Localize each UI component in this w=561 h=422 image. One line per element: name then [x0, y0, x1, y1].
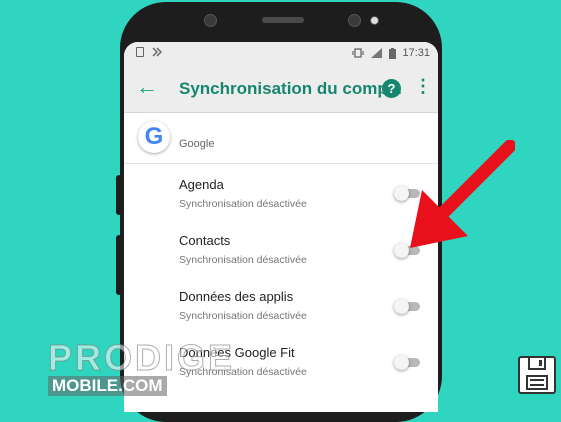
camera-dot-icon: [370, 16, 379, 25]
status-time: 17:31: [402, 47, 430, 59]
account-header: G Google: [124, 113, 438, 164]
sync-item-status: Synchronisation désactivée: [179, 198, 307, 210]
sync-item-title: Données des applis: [179, 289, 294, 304]
vibrate-icon: [352, 48, 365, 58]
sync-item-contacts[interactable]: Contacts Synchronisation désactivée: [124, 233, 438, 289]
help-button[interactable]: ?: [382, 79, 401, 98]
sync-item-status: Synchronisation désactivée: [179, 310, 307, 322]
sync-item-agenda[interactable]: Agenda Synchronisation désactivée: [124, 177, 438, 233]
watermark-logo: PRODIGE MOBILE.COM: [47, 337, 236, 396]
signal-icon: [371, 48, 383, 58]
watermark-line1: PRODIGE: [47, 337, 236, 378]
earpiece-speaker: [262, 17, 304, 23]
front-camera-icon: [348, 14, 361, 27]
arrow-back-icon[interactable]: ←: [136, 74, 158, 100]
sync-toggle-google-fit[interactable]: [394, 355, 420, 370]
watermark-line2: MOBILE.COM: [48, 376, 167, 396]
sync-toggle-app-data[interactable]: [394, 299, 420, 314]
battery-icon: [389, 47, 397, 59]
page-title: Synchronisation du comp...: [179, 79, 402, 98]
sensor-icon: [204, 14, 217, 27]
power-button: [116, 235, 122, 295]
more-options-button[interactable]: ⋮: [414, 76, 432, 96]
google-logo-icon: G: [138, 121, 170, 153]
app-toolbar: ← Synchronisation du comp... ? ⋮: [124, 66, 438, 113]
status-bar: 17:31: [124, 42, 438, 66]
red-pointer-arrow-icon: [410, 140, 515, 248]
sync-item-title: Agenda: [179, 177, 224, 192]
sim-icon: [136, 47, 144, 57]
notification-icon: [152, 47, 162, 57]
sync-item-status: Synchronisation désactivée: [179, 254, 307, 266]
account-name: Google: [179, 138, 215, 150]
floppy-disk-icon[interactable]: [518, 356, 556, 394]
sync-item-title: Contacts: [179, 233, 231, 248]
volume-button: [116, 175, 122, 215]
